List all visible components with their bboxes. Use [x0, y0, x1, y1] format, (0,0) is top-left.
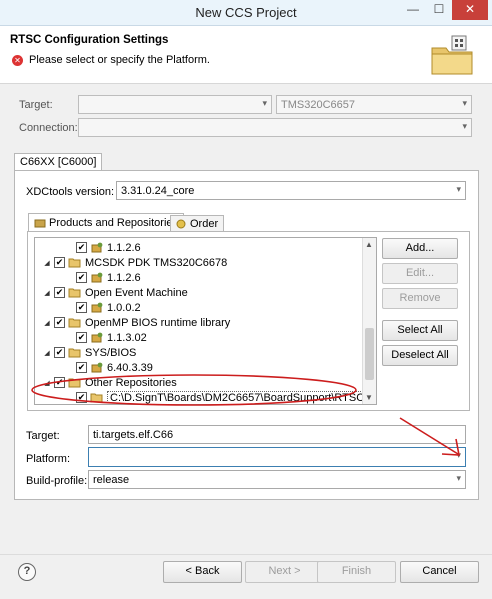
finish-button[interactable]: Finish — [317, 561, 396, 583]
tree-item[interactable]: ◢ ✔ OpenMP BIOS runtime library — [43, 315, 230, 330]
select-all-button[interactable]: Select All — [382, 320, 458, 341]
expand-toggle-icon[interactable]: ◢ — [43, 259, 51, 267]
target-family-combo: ▾ — [78, 95, 272, 114]
chevron-down-icon: ▾ — [462, 98, 467, 108]
tree-item-label: 1.1.2.6 — [107, 271, 141, 284]
tab-c66xx[interactable]: C66XX [C6000] — [14, 153, 103, 171]
build-profile-select[interactable]: release ▾ — [88, 470, 466, 489]
target-device-combo: TMS320C6657 ▾ — [276, 95, 472, 114]
chevron-down-icon: ▾ — [456, 184, 461, 194]
platform-label: Platform: — [26, 453, 71, 465]
annotation-ellipse — [31, 374, 357, 406]
package-icon — [91, 302, 103, 313]
order-icon — [176, 219, 186, 229]
page-title: RTSC Configuration Settings — [10, 34, 169, 46]
scroll-thumb[interactable] — [365, 328, 374, 380]
deselect-all-button[interactable]: Deselect All — [382, 345, 458, 366]
tree-item[interactable]: ✔ 1.1.2.6 — [65, 270, 141, 285]
tree-checkbox[interactable]: ✔ — [76, 332, 87, 343]
tree-item[interactable]: ◢ ✔ SYS/BIOS — [43, 345, 136, 360]
scroll-down-icon[interactable]: ▼ — [365, 393, 373, 402]
tab-products-and-repositories[interactable]: Products and Repositories — [28, 213, 185, 232]
tree-checkbox[interactable]: ✔ — [76, 242, 87, 253]
maximize-button[interactable]: ☐ — [426, 0, 452, 20]
xdctools-version-select[interactable]: 3.31.0.24_core ▾ — [116, 181, 466, 200]
error-text: Please select or specify the Platform. — [29, 54, 210, 66]
add-button[interactable]: Add... — [382, 238, 458, 259]
package-icon — [91, 332, 103, 343]
tree-item[interactable]: ✔ 1.1.2.6 — [65, 240, 141, 255]
error-message: ✕ Please select or specify the Platform. — [12, 54, 210, 66]
chevron-down-icon: ▾ — [462, 121, 467, 131]
close-button[interactable]: ✕ — [452, 0, 488, 20]
edit-button[interactable]: Edit... — [382, 263, 458, 284]
folder-icon — [68, 288, 81, 298]
connection-label: Connection: — [19, 122, 78, 134]
folder-icon — [68, 348, 81, 358]
build-profile-label: Build-profile: — [26, 475, 88, 487]
target-label: Target: — [19, 99, 53, 111]
package-icon — [91, 242, 103, 253]
tree-checkbox[interactable]: ✔ — [76, 302, 87, 313]
tree-item[interactable]: ✔ 1.1.3.02 — [65, 330, 147, 345]
tree-item-label: SYS/BIOS — [85, 346, 137, 359]
tree-item[interactable]: ◢ ✔ MCSDK PDK TMS320C6678 — [43, 255, 227, 270]
error-icon: ✕ — [12, 54, 23, 66]
tab-order[interactable]: Order — [170, 215, 225, 232]
chevron-down-icon: ▾ — [262, 98, 267, 108]
tree-item[interactable]: ✔ 1.0.0.2 — [65, 300, 141, 315]
tree-scrollbar[interactable]: ▲ ▼ — [362, 238, 376, 404]
wizard-banner-icon — [431, 35, 473, 75]
tree-item-label: 1.1.3.02 — [107, 331, 147, 344]
package-icon — [34, 219, 46, 228]
cancel-button[interactable]: Cancel — [400, 561, 479, 583]
remove-button[interactable]: Remove — [382, 288, 458, 309]
next-button[interactable]: Next > — [245, 561, 324, 583]
package-icon — [91, 272, 103, 283]
tree-item-label: MCSDK PDK TMS320C6678 — [85, 256, 228, 269]
tree-checkbox[interactable]: ✔ — [54, 317, 65, 328]
tree-checkbox[interactable]: ✔ — [76, 272, 87, 283]
xdctools-label: XDCtools version: — [26, 186, 115, 198]
tree-checkbox[interactable]: ✔ — [54, 287, 65, 298]
bottom-target-label: Target: — [26, 430, 60, 442]
scroll-up-icon[interactable]: ▲ — [365, 240, 373, 249]
annotation-arrow — [399, 417, 460, 456]
tree-checkbox[interactable]: ✔ — [54, 347, 65, 358]
back-button[interactable]: < Back — [163, 561, 242, 583]
help-icon[interactable]: ? — [18, 563, 36, 581]
tree-item-label: OpenMP BIOS runtime library — [85, 316, 231, 329]
tree-item[interactable]: ◢ ✔ Open Event Machine — [43, 285, 188, 300]
expand-toggle-icon[interactable]: ◢ — [43, 289, 51, 297]
tree-checkbox[interactable]: ✔ — [54, 257, 65, 268]
tree-item-label: 1.1.2.6 — [107, 241, 141, 254]
expand-toggle-icon[interactable]: ◢ — [43, 319, 51, 327]
chevron-down-icon: ▾ — [456, 473, 461, 483]
folder-icon — [68, 318, 81, 328]
tree-item-label: Open Event Machine — [85, 286, 188, 299]
title-bar: New CCS Project — ☐ ✕ — [0, 0, 492, 26]
folder-icon — [68, 258, 81, 268]
tree-item-label: 1.0.0.2 — [107, 301, 141, 314]
minimize-button[interactable]: — — [400, 0, 426, 20]
connection-combo: ▾ — [78, 118, 472, 137]
wizard-header: RTSC Configuration Settings ✕ Please sel… — [0, 26, 492, 84]
expand-toggle-icon[interactable]: ◢ — [43, 349, 51, 357]
